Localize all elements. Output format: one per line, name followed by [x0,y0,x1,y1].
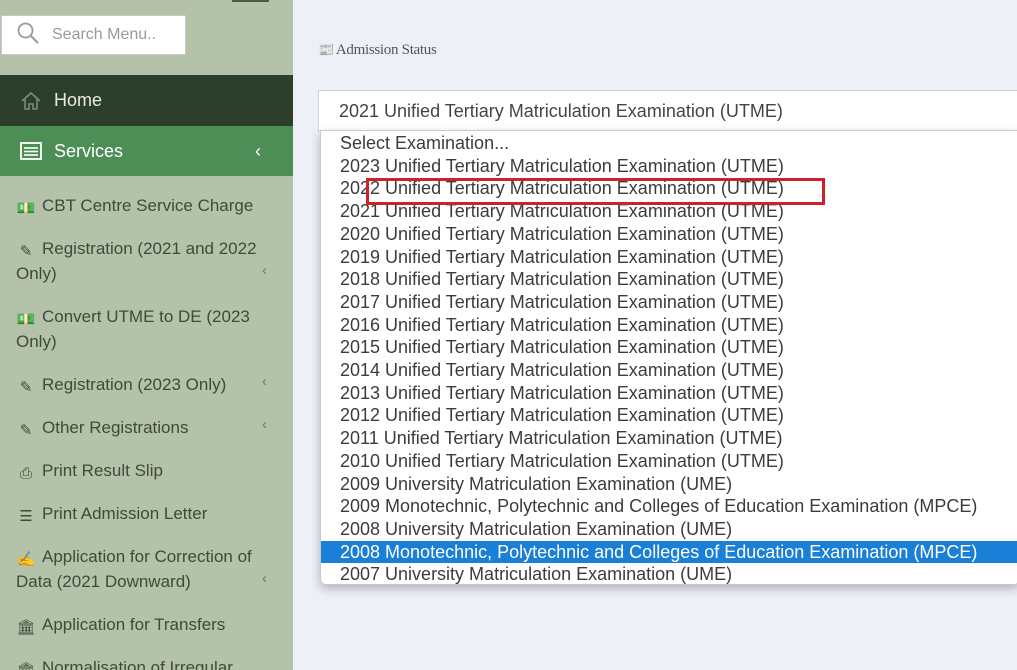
sidebar-submenu-label: Print Admission Letter [42,504,208,523]
dropdown-option[interactable]: 2020 Unified Tertiary Matriculation Exam… [321,223,1017,245]
sidebar-item-home[interactable]: Home [0,75,293,126]
sidebar-submenu-item[interactable]: 💵 CBT Centre Service Charge [0,184,293,227]
sidebar-submenu-item[interactable]: ✎ Registration (2023 Only) ‹ [0,363,293,406]
sidebar-submenu-label: Application for Correction of Data (2021… [16,547,252,591]
chevron-left-icon[interactable]: ‹ [262,258,267,283]
examination-select-value: 2021 Unified Tertiary Matriculation Exam… [339,100,783,121]
dropdown-option[interactable]: 2018 Unified Tertiary Matriculation Exam… [321,268,1017,290]
money-icon: 💵 [16,311,36,328]
sidebar-item-services[interactable]: Services ‹ [0,126,293,176]
dropdown-option[interactable]: 2019 Unified Tertiary Matriculation Exam… [321,246,1017,268]
chevron-left-icon[interactable]: ‹ [262,566,267,591]
sidebar-submenu-label: Application for Transfers [42,615,226,634]
home-icon [20,90,42,112]
dropdown-option[interactable]: Select Examination... [321,132,1017,154]
dropdown-option[interactable]: 2011 Unified Tertiary Matriculation Exam… [321,427,1017,449]
dropdown-option[interactable]: 2009 Monotechnic, Polytechnic and Colleg… [321,495,1017,517]
sidebar-submenu-label: Print Result Slip [42,461,163,480]
chevron-left-icon[interactable]: ‹ [262,369,267,394]
chevron-left-icon[interactable]: ‹ [255,141,261,162]
sidebar: Home Services ‹ 💵 CBT Centre Service Char… [0,0,293,670]
dropdown-option[interactable]: 2013 Unified Tertiary Matriculation Exam… [321,382,1017,404]
bank-icon: 🏛 [16,658,36,670]
money-icon: 💵 [16,200,36,217]
examination-select[interactable]: 2021 Unified Tertiary Matriculation Exam… [318,90,1017,132]
bank-icon: 🏛 [16,619,36,636]
sidebar-submenu-item[interactable]: 🏛 Normalisation of Irregular [0,646,293,670]
search-menu-box[interactable] [1,15,186,55]
dropdown-option[interactable]: 2014 Unified Tertiary Matriculation Exam… [321,359,1017,381]
dropdown-option[interactable]: 2008 University Matriculation Examinatio… [321,518,1017,540]
examination-dropdown-list: Select Examination... 2023 Unified Tertia… [320,130,1017,585]
dropdown-option[interactable]: 2010 Unified Tertiary Matriculation Exam… [321,450,1017,472]
dropdown-option[interactable]: 2017 Unified Tertiary Matriculation Exam… [321,291,1017,313]
pencil-square-icon: ✍ [16,551,36,568]
sidebar-submenu-label: Registration (2021 and 2022 Only) [16,239,257,283]
search-input[interactable] [52,26,172,44]
sidebar-submenu-item[interactable]: ✎ Other Registrations ‹ [0,406,293,449]
chevron-left-icon[interactable]: ‹ [262,412,267,437]
edit-icon: ✎ [19,243,33,260]
sidebar-submenu-item[interactable]: ✍ Application for Correction of Data (202… [0,535,293,603]
edit-icon: ✎ [19,422,33,439]
dropdown-option[interactable]: 2009 University Matriculation Examinatio… [321,473,1017,495]
sidebar-submenu-label: Normalisation of Irregular [42,658,233,670]
printer-icon: ⎙ [19,465,32,482]
dropdown-option[interactable]: 2012 Unified Tertiary Matriculation Exam… [321,404,1017,426]
dropdown-option[interactable]: 2007 University Matriculation Examinatio… [321,563,1017,585]
sidebar-submenu-item[interactable]: 🏛 Application for Transfers [0,603,293,646]
services-label: Services [54,140,124,161]
sidebar-submenu-label: Convert UTME to DE (2023 Only) [16,307,250,351]
dropdown-option[interactable]: 2023 Unified Tertiary Matriculation Exam… [321,155,1017,177]
sidebar-submenu-item[interactable]: ✎ Registration (2021 and 2022 Only) ‹ [0,227,293,295]
sidebar-submenu-label: CBT Centre Service Charge [42,196,254,215]
document-icon: ☰ [19,508,33,525]
page-title: 📰 Admission Status [318,42,437,58]
highlight-annotation [366,178,825,205]
services-submenu: 💵 CBT Centre Service Charge ✎ Registration … [0,184,293,670]
dropdown-option[interactable]: 2015 Unified Tertiary Matriculation Exam… [321,336,1017,358]
dropdown-option[interactable]: 2008 Monotechnic, Polytechnic and Colleg… [321,540,1017,563]
topbar-edge [232,0,269,2]
list-icon [20,140,42,162]
main-content: 📰 Admission Status 2021 Unified Tertiary … [293,0,1017,670]
sidebar-submenu-item[interactable]: ⎙ Print Result Slip [0,449,293,492]
edit-icon: ✎ [19,379,33,396]
sidebar-submenu-item[interactable]: ☰ Print Admission Letter [0,492,293,535]
sidebar-submenu-item[interactable]: 💵 Convert UTME to DE (2023 Only) [0,295,293,363]
search-icon [16,21,40,50]
dropdown-option[interactable]: 2016 Unified Tertiary Matriculation Exam… [321,314,1017,336]
sidebar-submenu-label: Other Registrations [42,418,189,437]
home-label: Home [54,90,103,110]
newspaper-icon: 📰 [318,43,334,58]
sidebar-submenu-label: Registration (2023 Only) [42,375,227,394]
